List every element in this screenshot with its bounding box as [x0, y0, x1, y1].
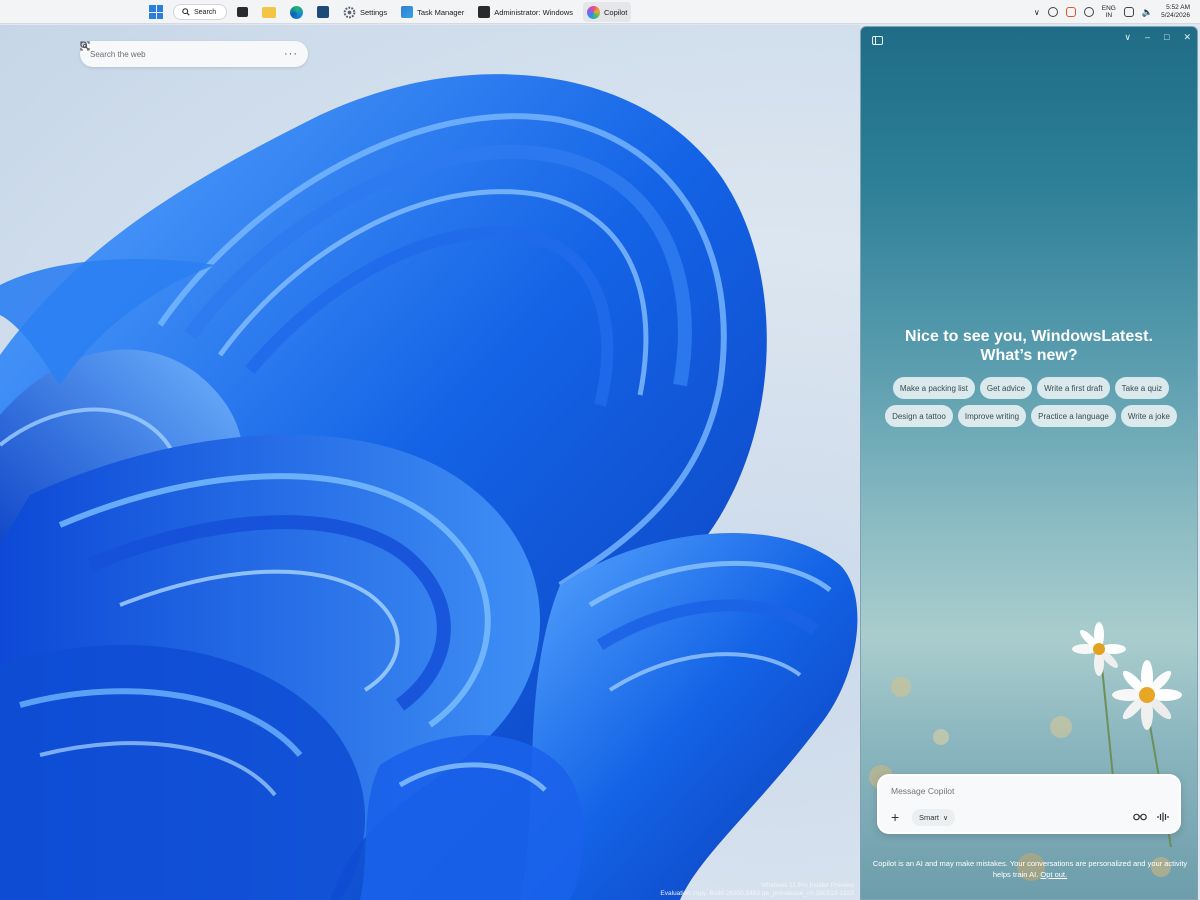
sync-icon[interactable] [1065, 7, 1076, 17]
suggestion-chip[interactable]: Design a tattoo [885, 405, 953, 427]
web-search-bar[interactable]: Search the web ··· [80, 41, 308, 67]
terminal-icon [478, 6, 491, 18]
chevron-up-icon[interactable]: ∨ [1034, 8, 1040, 17]
mode-label: Smart [919, 813, 940, 822]
maximize-icon[interactable]: □ [1164, 32, 1169, 43]
language-code: ENG [1101, 5, 1116, 12]
edge-button[interactable] [286, 2, 307, 22]
store-button[interactable] [313, 2, 333, 22]
clock[interactable]: 5:52 AM 5/24/2026 [1161, 4, 1190, 20]
suggestion-chip[interactable]: Take a quiz [1114, 377, 1170, 399]
chevron-down-icon: ∨ [943, 814, 949, 822]
visual-search-icon[interactable] [80, 41, 90, 51]
suggestion-chip[interactable]: Write a first draft [1037, 377, 1110, 399]
vision-glasses-icon[interactable] [1133, 812, 1147, 821]
taskbar-search-button[interactable]: Search [173, 4, 227, 20]
suggestion-chips: Make a packing list Get advice Write a f… [881, 377, 1181, 427]
start-button[interactable] [145, 2, 167, 22]
language-indicator[interactable]: ENG IN [1102, 5, 1116, 19]
taskbar-app-settings[interactable]: Settings [339, 2, 391, 22]
message-composer: + Smart ∨ [877, 774, 1181, 834]
build-watermark: Windows 11 Pro Insider Preview Evaluatio… [660, 882, 854, 898]
task-manager-icon [401, 6, 414, 18]
copilot-greeting: Nice to see you, WindowsLatest. What’s n… [905, 328, 1153, 364]
opt-out-link[interactable]: Opt out. [1040, 870, 1067, 879]
search-icon [182, 8, 190, 16]
web-search-placeholder: Search the web [90, 49, 146, 59]
security-icon[interactable] [1083, 7, 1094, 17]
language-region: IN [1105, 12, 1113, 19]
mode-selector[interactable]: Smart ∨ [912, 809, 956, 826]
folder-icon [262, 6, 276, 18]
copilot-icon [587, 5, 600, 19]
desktop: Search the web ··· Windows 11 Pro Inside… [0, 25, 860, 900]
watermark-build: Evaluation copy. Build 26300.8493.ge_pre… [660, 890, 854, 897]
edge-icon [290, 5, 303, 19]
clock-time: 5:52 AM [1166, 4, 1190, 11]
minimize-icon[interactable]: – [1145, 32, 1150, 43]
clock-date: 5/24/2026 [1161, 12, 1190, 19]
taskbar-app-label: Copilot [604, 7, 628, 17]
window-controls: ∨ – □ ✕ [1124, 32, 1191, 43]
file-explorer-button[interactable] [258, 2, 280, 22]
suggestion-chip[interactable]: Practice a language [1031, 405, 1116, 427]
suggestion-chip[interactable]: Improve writing [957, 405, 1027, 427]
network-status-icon[interactable] [1047, 7, 1058, 17]
task-view-icon [237, 7, 248, 17]
store-icon [317, 6, 329, 18]
ai-disclaimer: Copilot is an AI and may make mistakes. … [871, 858, 1189, 880]
windows-logo-icon [149, 5, 163, 19]
copilot-window: ∨ – □ ✕ Nice to see you, WindowsLatest. … [860, 26, 1198, 900]
suggestion-chip[interactable]: Get advice [979, 377, 1033, 399]
system-tray: ∨ ENG IN 🔈 5:52 AM 5/24/2026 [1034, 0, 1190, 24]
taskbar-app-terminal[interactable]: Administrator: Windows [474, 2, 577, 22]
bloom-wallpaper [0, 74, 858, 900]
taskbar-app-label: Settings [360, 7, 388, 17]
disclaimer-text: Copilot is an AI and may make mistakes. … [872, 859, 1188, 879]
taskbar-apps: Search Settings Task Manager Administrat… [145, 0, 632, 24]
close-icon[interactable]: ✕ [1183, 32, 1191, 43]
task-view-button[interactable] [233, 2, 252, 22]
chevron-down-icon[interactable]: ∨ [1124, 32, 1131, 43]
suggestion-chip[interactable]: Make a packing list [892, 377, 975, 399]
add-attachment-icon[interactable]: + [891, 810, 899, 824]
taskbar: Search Settings Task Manager Administrat… [0, 0, 1200, 24]
suggestion-chip[interactable]: Write a joke [1120, 405, 1177, 427]
more-options-icon[interactable]: ··· [284, 48, 298, 60]
volume-icon[interactable]: 🔈 [1142, 7, 1153, 18]
message-input[interactable] [891, 786, 1151, 796]
gear-icon [343, 6, 356, 18]
watermark-edition: Windows 11 Pro Insider Preview [760, 882, 854, 889]
taskbar-search-label: Search [194, 8, 217, 16]
taskbar-app-copilot[interactable]: Copilot [583, 2, 632, 22]
copilot-titlebar: ∨ – □ ✕ [861, 27, 1197, 53]
taskbar-app-label: Task Manager [417, 7, 465, 17]
voice-icon[interactable] [1157, 812, 1169, 822]
display-icon[interactable] [1123, 7, 1134, 17]
sidebar-toggle-icon[interactable] [872, 36, 883, 45]
taskbar-app-label: Administrator: Windows [494, 7, 573, 17]
taskbar-app-task-manager[interactable]: Task Manager [397, 2, 468, 22]
